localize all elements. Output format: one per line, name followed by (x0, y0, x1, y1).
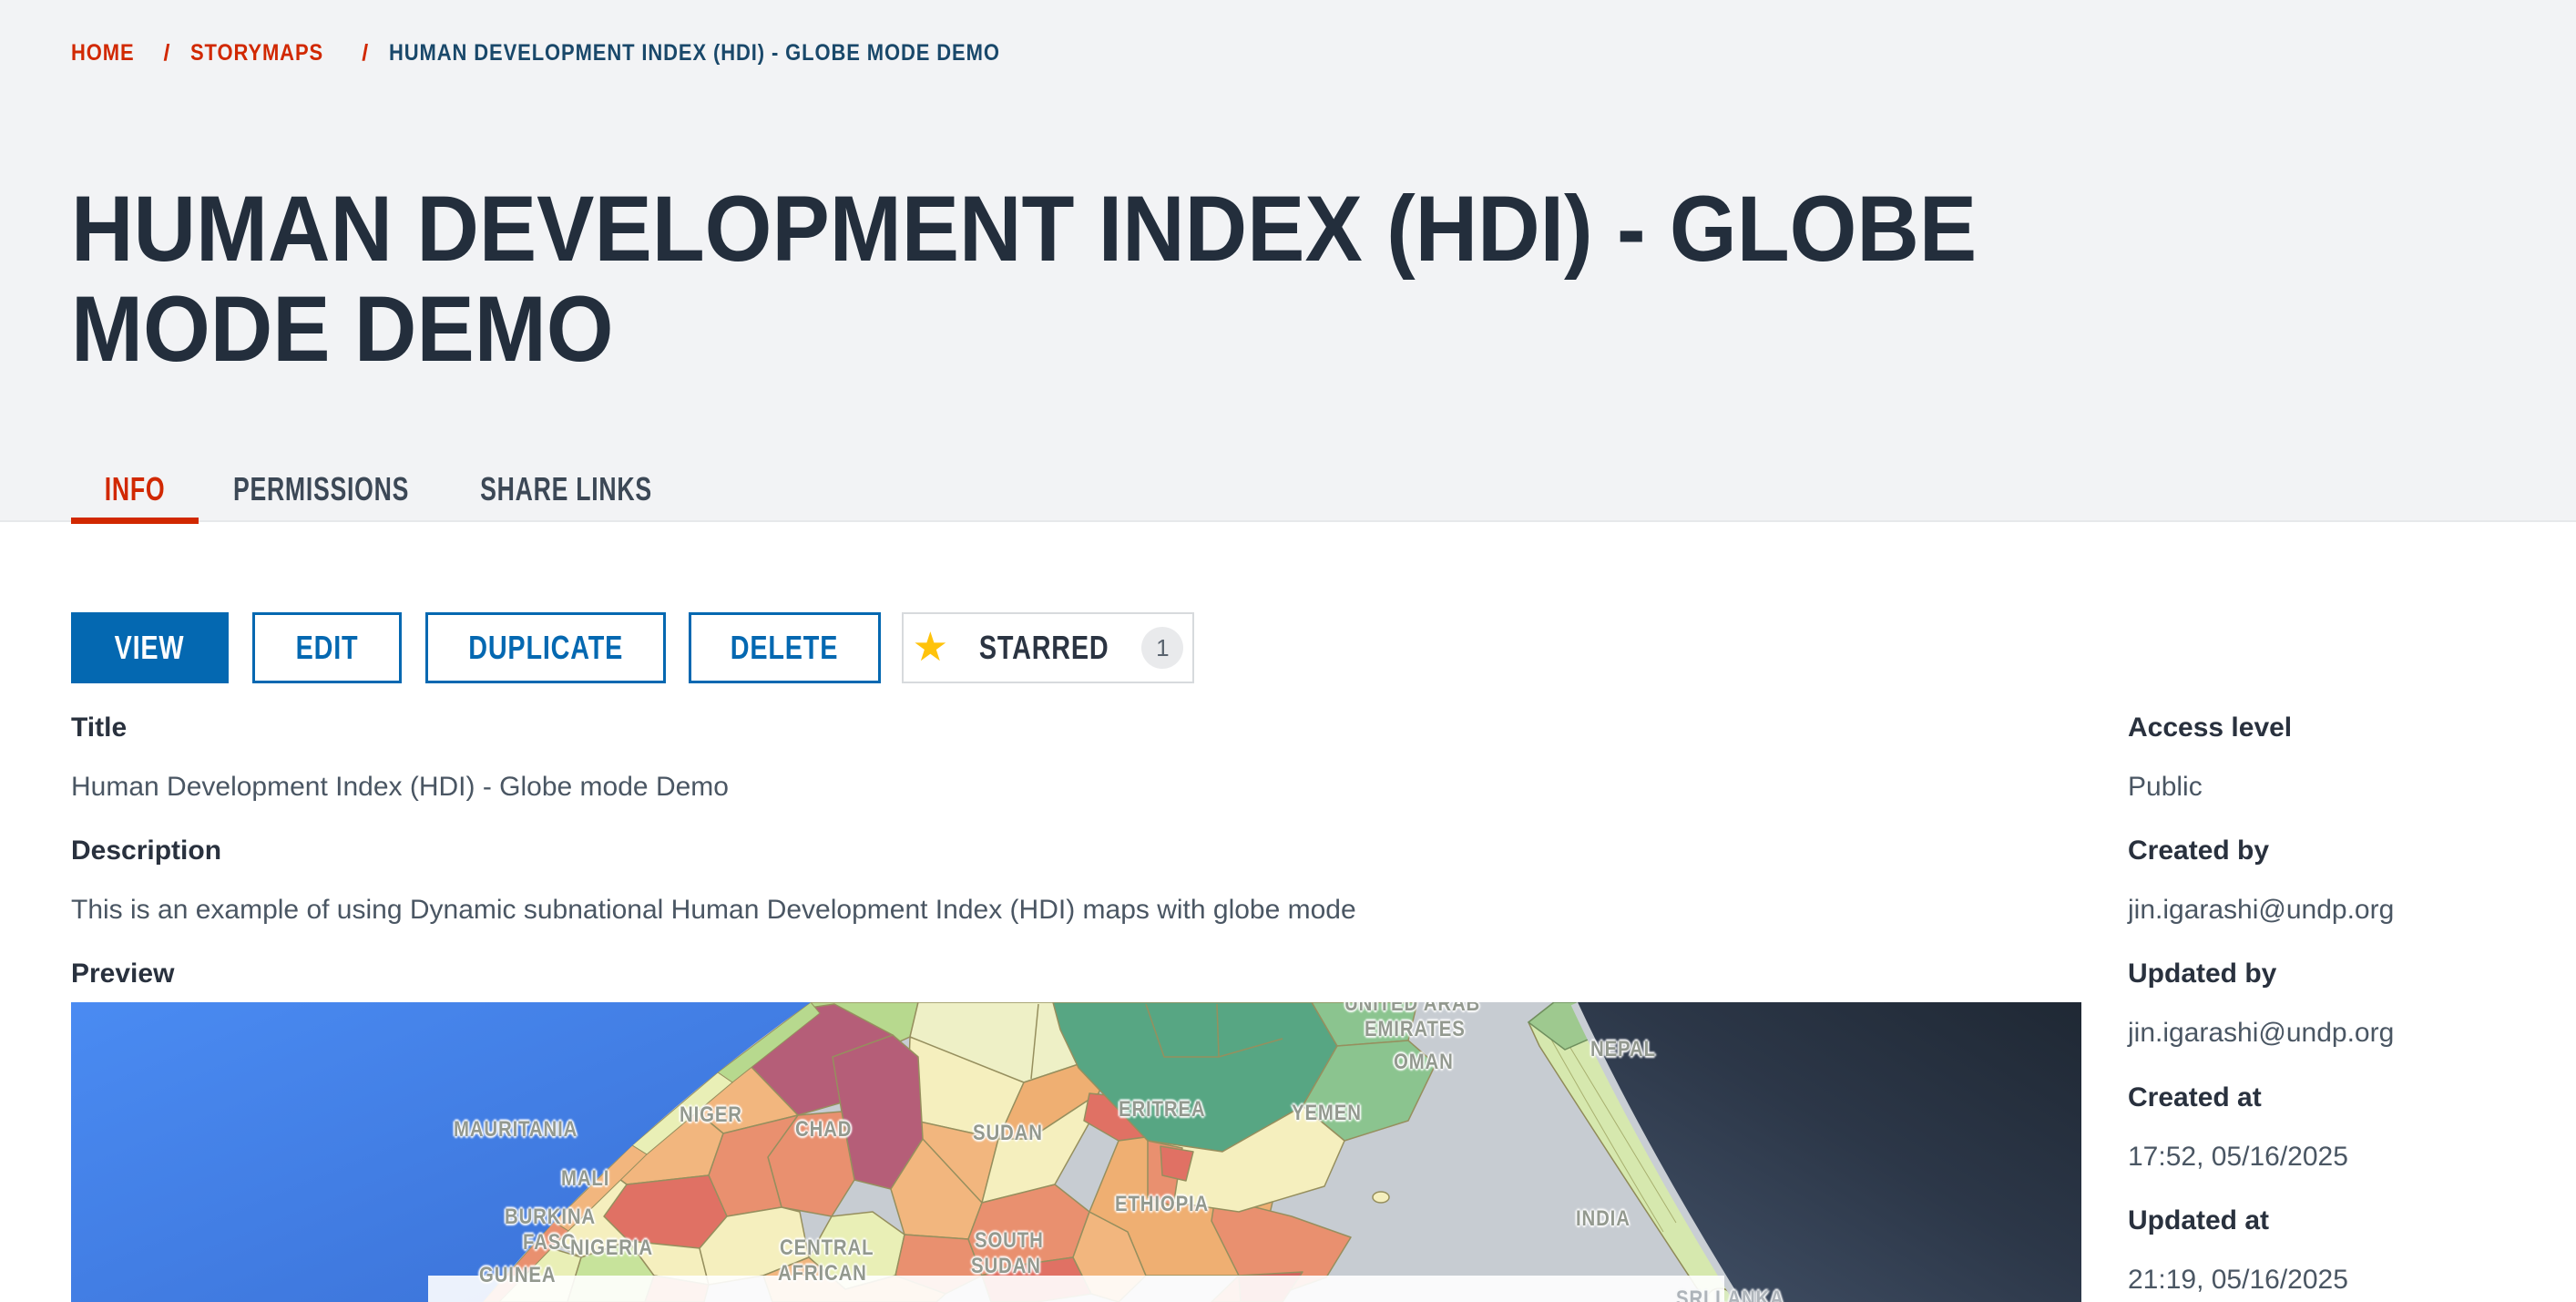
storymap-info-page: HOME / STORYMAPS / HUMAN DEVELOPMENT IND… (0, 0, 2576, 1302)
page-title: HUMAN DEVELOPMENT INDEX (HDI) - GLOBE MO… (71, 179, 2458, 379)
duplicate-button[interactable]: DUPLICATE (425, 612, 666, 683)
description-value: This is an example of using Dynamic subn… (71, 895, 1356, 926)
access-level-label: Access level (2128, 713, 2292, 743)
star-icon: ★ (913, 628, 948, 668)
access-level-value: Public (2128, 772, 2203, 803)
breadcrumb-separator: / (163, 40, 169, 67)
tab-share-links[interactable]: SHARE LINKS (444, 456, 690, 522)
description-label: Description (71, 836, 221, 866)
created-by-value: jin.igarashi@undp.org (2128, 895, 2394, 926)
star-count-badge: 1 (1141, 627, 1183, 669)
storymap-footer-bar (428, 1276, 1724, 1302)
breadcrumb-home[interactable]: HOME (71, 40, 135, 67)
breadcrumb: HOME / STORYMAPS / HUMAN DEVELOPMENT IND… (71, 40, 1083, 67)
map-preview[interactable]: UNITED ARABEMIRATESOMANNEPALMAURITANIANI… (71, 1002, 2081, 1302)
title-value: Human Development Index (HDI) - Globe mo… (71, 772, 729, 803)
breadcrumb-storymaps[interactable]: STORYMAPS (190, 40, 323, 67)
created-at-label: Created at (2128, 1082, 2262, 1113)
created-by-label: Created by (2128, 836, 2269, 866)
view-button[interactable]: VIEW (71, 612, 229, 683)
breadcrumb-current: HUMAN DEVELOPMENT INDEX (HDI) - GLOBE MO… (389, 40, 1000, 67)
title-label: Title (71, 713, 127, 743)
updated-at-value: 21:19, 05/16/2025 (2128, 1265, 2348, 1296)
globe-map-graphic (71, 1002, 2081, 1302)
preview-label: Preview (71, 959, 174, 989)
created-at-value: 17:52, 05/16/2025 (2128, 1142, 2348, 1173)
tab-permissions[interactable]: PERMISSIONS (199, 456, 444, 522)
updated-by-value: jin.igarashi@undp.org (2128, 1018, 2394, 1049)
page-header: HOME / STORYMAPS / HUMAN DEVELOPMENT IND… (0, 0, 2576, 522)
delete-button[interactable]: DELETE (689, 612, 881, 683)
tab-info[interactable]: INFO (71, 456, 199, 522)
updated-by-label: Updated by (2128, 959, 2276, 989)
edit-button[interactable]: EDIT (252, 612, 402, 683)
starred-button[interactable]: ★ STARRED 1 (902, 612, 1194, 683)
breadcrumb-separator: / (362, 40, 368, 67)
updated-at-label: Updated at (2128, 1205, 2269, 1236)
